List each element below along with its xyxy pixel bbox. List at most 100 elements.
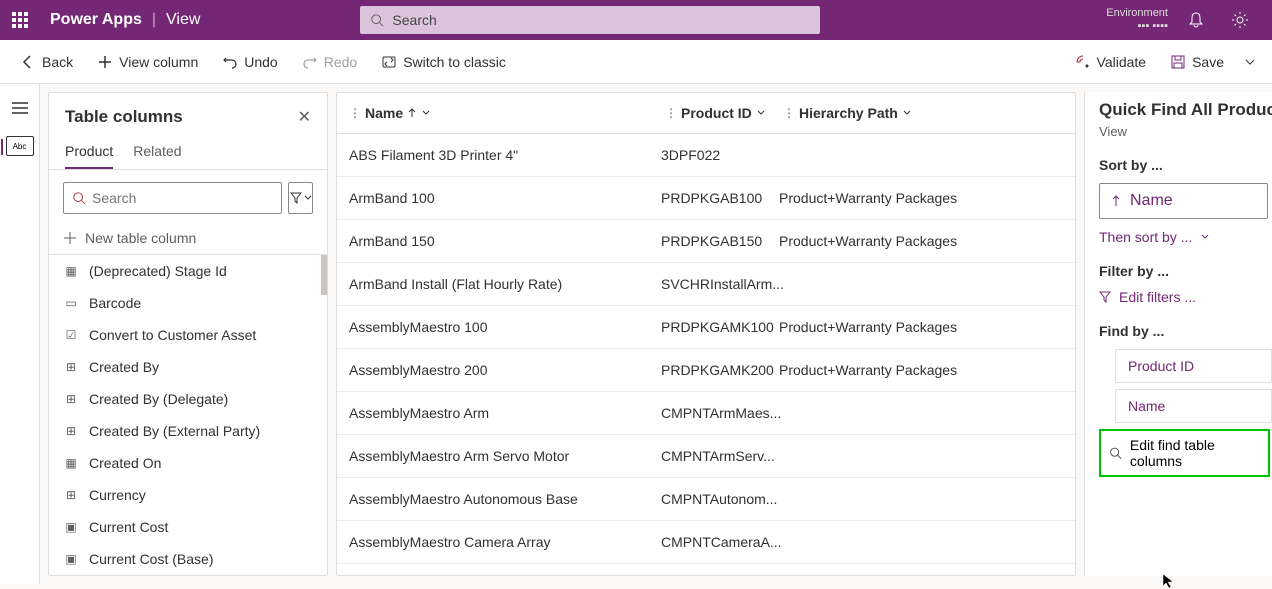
tc-item[interactable]: ▦(Deprecated) Stage Id: [49, 255, 327, 287]
tc-search-field[interactable]: [92, 190, 273, 206]
tc-item[interactable]: ⊞Created By (External Party): [49, 415, 327, 447]
rail-menu-toggle[interactable]: [0, 88, 40, 128]
table-row[interactable]: AssemblyMaestro ArmCMPNTArmMaes...: [337, 392, 1075, 435]
cell-product-id: PRDPKGAMK100: [661, 319, 779, 335]
grip-icon: ⋮: [665, 106, 677, 120]
cell-product-id: PRDPKGAMK200: [661, 362, 779, 378]
table-row[interactable]: AssemblyMaestro Arm Servo MotorCMPNTArmS…: [337, 435, 1075, 478]
cell-name: AssemblyMaestro Arm: [345, 405, 661, 421]
search-icon: [370, 13, 384, 27]
tc-item[interactable]: ☑Convert to Customer Asset: [49, 319, 327, 351]
rp-title: Quick Find All Products: [1099, 100, 1272, 120]
tc-filter-button[interactable]: [288, 182, 313, 214]
main-layout: Abc Table columns ✕ Product Related New …: [0, 84, 1272, 584]
col-header-name[interactable]: ⋮ Name: [345, 97, 661, 129]
find-chip-name[interactable]: Name: [1115, 389, 1272, 423]
lookup-icon: ⊞: [63, 487, 79, 503]
global-search[interactable]: Search: [360, 6, 820, 34]
cell-product-id: CMPNTArmMaes...: [661, 405, 779, 421]
waffle-icon: [12, 12, 28, 28]
col-header-product-id[interactable]: ⋮ Product ID: [661, 97, 779, 129]
filter-icon: [290, 192, 302, 204]
app-launcher[interactable]: [0, 0, 40, 40]
search-icon: [1109, 446, 1122, 460]
table-row[interactable]: ArmBand 150PRDPKGAB150Product+Warranty P…: [337, 220, 1075, 263]
currency-icon: ▣: [63, 519, 79, 535]
then-sort-button[interactable]: Then sort by ...: [1099, 229, 1272, 245]
tc-item[interactable]: ▣Current Cost (Base): [49, 543, 327, 575]
cell-hierarchy: Product+Warranty Packages: [779, 233, 1067, 249]
tc-title: Table columns: [65, 107, 183, 127]
plus-icon: [63, 231, 77, 245]
app-title: Power Apps: [40, 11, 152, 29]
rail-text-item[interactable]: Abc: [6, 136, 34, 156]
redo-button[interactable]: Redo: [290, 40, 369, 84]
edit-find-columns-button[interactable]: Edit find table columns: [1099, 429, 1270, 477]
cell-product-id: CMPNTArmServ...: [661, 448, 779, 464]
tc-item[interactable]: ▦Created On: [49, 447, 327, 479]
stage-icon: ▦: [63, 263, 79, 279]
settings-button[interactable]: [1224, 4, 1256, 36]
barcode-icon: ▭: [63, 295, 79, 311]
hamburger-icon: [12, 102, 28, 114]
view-column-button[interactable]: View column: [85, 40, 210, 84]
chevron-down-icon: [421, 108, 431, 118]
environment-label[interactable]: Environment ▪▪▪ ▪▪▪▪: [1106, 7, 1168, 33]
table-row[interactable]: ArmBand Install (Flat Hourly Rate)SVCHRI…: [337, 263, 1075, 306]
edit-filters-button[interactable]: Edit filters ...: [1099, 289, 1272, 305]
tab-product[interactable]: Product: [65, 135, 113, 169]
cell-product-id: PRDPKGAB100: [661, 190, 779, 206]
redo-icon: [302, 54, 318, 70]
cell-name: AssemblyMaestro 200: [345, 362, 661, 378]
cell-product-id: SVCHRInstallArm...: [661, 276, 779, 292]
table-row[interactable]: ABS Filament 3D Printer 4"3DPF022: [337, 134, 1075, 177]
tc-tabs: Product Related: [49, 135, 327, 170]
table-row[interactable]: AssemblyMaestro Autonomous BaseCMPNTAuto…: [337, 478, 1075, 521]
cell-product-id: CMPNTCameraA...: [661, 534, 779, 550]
gear-icon: [1231, 11, 1249, 29]
save-chevron[interactable]: [1236, 40, 1264, 84]
rail-active-marker: [1, 139, 3, 155]
chevron-down-icon: [756, 108, 766, 118]
new-table-column-button[interactable]: New table column: [49, 222, 327, 254]
table-row[interactable]: AssemblyMaestro 200PRDPKGAMK200Product+W…: [337, 349, 1075, 392]
table-row[interactable]: AssemblyMaestro 100PRDPKGAMK100Product+W…: [337, 306, 1075, 349]
sort-asc-icon: [1110, 195, 1122, 207]
scrollbar-thumb[interactable]: [321, 255, 327, 295]
tc-item[interactable]: ⊞Currency: [49, 479, 327, 511]
grid-body: ABS Filament 3D Printer 4"3DPF022ArmBand…: [337, 134, 1075, 564]
table-row[interactable]: ArmBand 100PRDPKGAB100Product+Warranty P…: [337, 177, 1075, 220]
chevron-down-icon: [304, 194, 312, 202]
cell-hierarchy: Product+Warranty Packages: [779, 190, 1067, 206]
find-by-section: Find by ...: [1099, 323, 1272, 339]
cell-name: ArmBand 150: [345, 233, 661, 249]
bell-icon: [1187, 11, 1205, 29]
cell-name: AssemblyMaestro 100: [345, 319, 661, 335]
tc-close-button[interactable]: ✕: [298, 107, 311, 127]
tc-item[interactable]: ▭Barcode: [49, 287, 327, 319]
validate-button[interactable]: Validate: [1063, 40, 1159, 84]
lookup-icon: ⊞: [63, 423, 79, 439]
table-columns-panel: Table columns ✕ Product Related New tabl…: [48, 92, 328, 576]
tc-item[interactable]: ⊞Created By (Delegate): [49, 383, 327, 415]
grip-icon: ⋮: [783, 106, 795, 120]
cell-hierarchy: Product+Warranty Packages: [779, 319, 1067, 335]
cell-name: ArmBand 100: [345, 190, 661, 206]
right-panel: Quick Find All Products View Sort by ...…: [1084, 92, 1272, 576]
rp-subtitle: View: [1099, 124, 1272, 139]
table-row[interactable]: AssemblyMaestro Camera ArrayCMPNTCameraA…: [337, 521, 1075, 564]
save-button[interactable]: Save: [1158, 40, 1236, 84]
notifications-button[interactable]: [1180, 4, 1212, 36]
back-button[interactable]: Back: [8, 40, 85, 84]
page-title: View: [156, 11, 210, 29]
tc-item[interactable]: ▣Current Cost: [49, 511, 327, 543]
undo-button[interactable]: Undo: [210, 40, 289, 84]
tc-search-input[interactable]: [63, 182, 282, 214]
cell-name: AssemblyMaestro Autonomous Base: [345, 491, 661, 507]
switch-classic-button[interactable]: Switch to classic: [369, 40, 518, 84]
find-chip-product-id[interactable]: Product ID: [1115, 349, 1272, 383]
tc-item[interactable]: ⊞Created By: [49, 351, 327, 383]
col-header-hierarchy[interactable]: ⋮ Hierarchy Path: [779, 97, 1067, 129]
sort-field-select[interactable]: Name: [1099, 183, 1268, 219]
tab-related[interactable]: Related: [133, 135, 181, 169]
